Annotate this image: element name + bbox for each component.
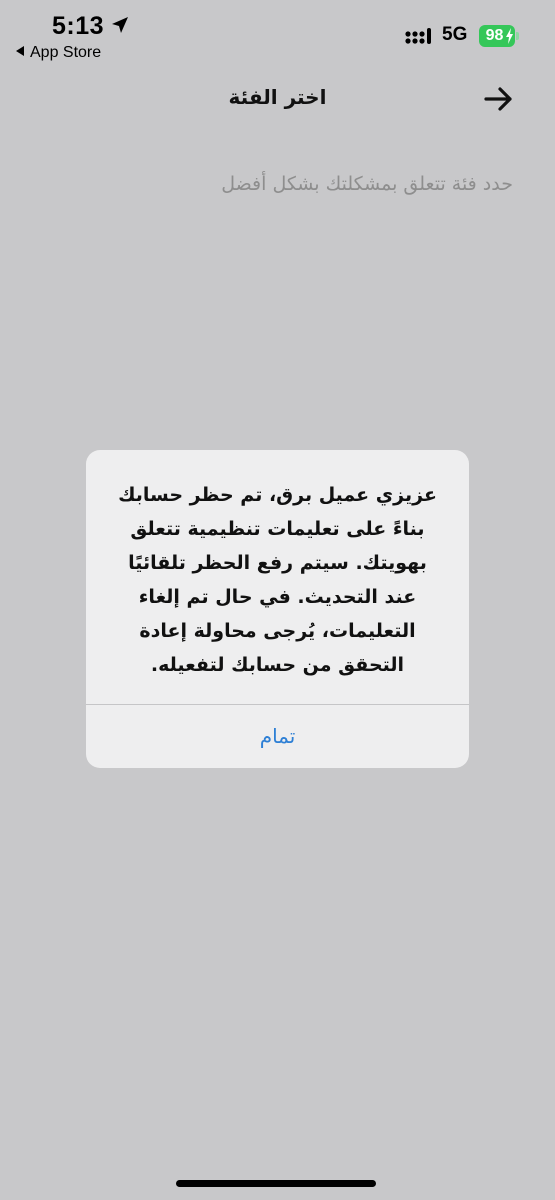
bolt-icon	[506, 28, 513, 44]
arrow-right-icon[interactable]	[482, 85, 516, 113]
status-time: 5:13	[52, 12, 105, 40]
alert-line: التحقق من حسابك لتفعيله.	[150, 654, 405, 676]
network-type: 5G	[442, 24, 468, 45]
alert-message: عزيزي عميل برق، تم حظر حسابك بناءً على ت…	[104, 478, 451, 682]
nav-bar: اختر الفئة	[0, 75, 555, 125]
battery-level: 98	[485, 27, 504, 44]
alert-line: بناءً على تعليمات تنظيمية تتعلق	[130, 518, 425, 540]
signal-icon	[405, 28, 431, 44]
subtitle: حدد فئة تتعلق بمشكلتك بشكل أفضل	[221, 173, 513, 195]
page-title: اختر الفئة	[228, 85, 327, 109]
alert-dialog: عزيزي عميل برق، تم حظر حسابك بناءً على ت…	[86, 450, 469, 768]
status-bar: 5:13 App Store 5G 98	[0, 0, 555, 70]
alert-line: عزيزي عميل برق، تم حظر حسابك	[118, 484, 437, 506]
location-icon	[112, 17, 128, 33]
battery-cap	[516, 32, 519, 40]
alert-line: عند التحديث. في حال تم إلغاء	[138, 586, 417, 608]
battery-icon: 98	[479, 25, 515, 47]
back-triangle-icon	[16, 46, 24, 56]
back-app-label: App Store	[30, 44, 102, 61]
home-indicator[interactable]	[176, 1180, 376, 1187]
alert-line: بهويتك. سيتم رفع الحظر تلقائيًا	[128, 552, 427, 574]
back-to-app-store[interactable]: App Store	[16, 44, 101, 62]
alert-line: التعليمات، يُرجى محاولة إعادة	[139, 620, 416, 642]
ok-button[interactable]: تمام	[86, 705, 469, 768]
